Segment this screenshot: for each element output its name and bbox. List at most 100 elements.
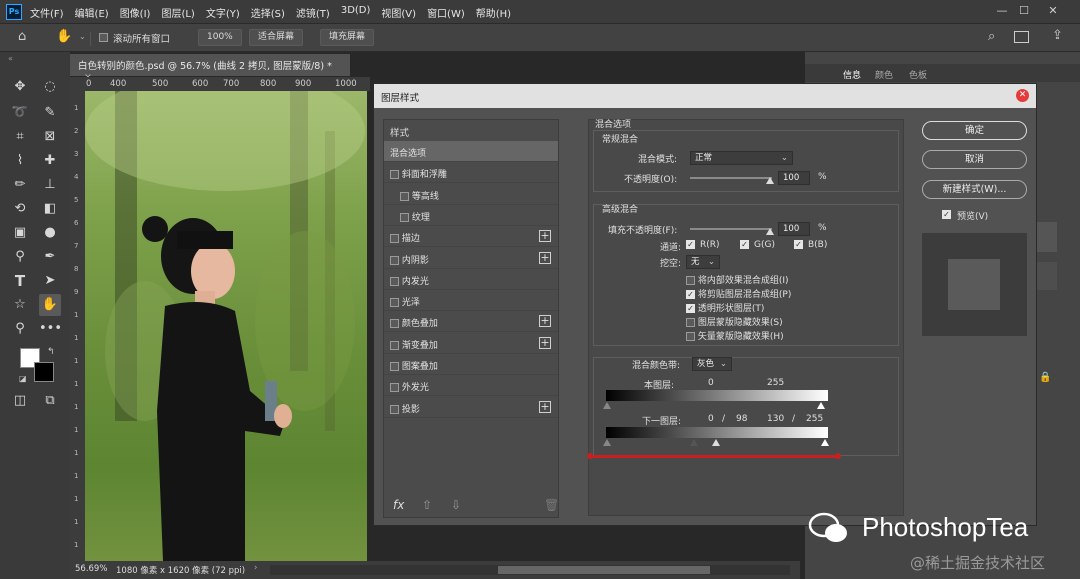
- knockout-select[interactable]: 无 ⌄: [686, 255, 720, 269]
- under-black-slider-left[interactable]: [603, 439, 611, 446]
- add-effect-icon[interactable]: +: [539, 251, 551, 264]
- share-icon[interactable]: ⇪: [1052, 28, 1063, 43]
- history-brush-icon[interactable]: ⟲: [9, 198, 31, 220]
- maximize-button[interactable]: ☐: [1017, 4, 1031, 18]
- search-icon[interactable]: ⌕: [988, 29, 995, 44]
- horizontal-scrollbar[interactable]: [270, 565, 790, 575]
- opacity-slider-thumb[interactable]: [766, 177, 774, 184]
- advanced-option[interactable]: 将内部效果混合成组(I): [686, 273, 789, 286]
- pen-tool-icon[interactable]: ✒: [39, 246, 61, 268]
- style-checkbox[interactable]: [400, 212, 409, 223]
- zoom-level[interactable]: 56.69%: [75, 564, 107, 574]
- add-effect-icon[interactable]: +: [539, 230, 551, 243]
- crop-tool-icon[interactable]: ⌗: [9, 126, 31, 148]
- shape-tool-icon[interactable]: ☆: [9, 294, 31, 316]
- advanced-option-checkbox[interactable]: ✓: [686, 290, 695, 300]
- style-item[interactable]: 内发光: [384, 269, 558, 290]
- fit-screen-button[interactable]: 适合屏幕: [249, 29, 304, 46]
- document-canvas[interactable]: [85, 91, 367, 561]
- chevron-down-icon[interactable]: ⌄: [79, 32, 86, 41]
- under-white-slider-right[interactable]: [821, 439, 829, 446]
- opacity-input[interactable]: 100: [778, 171, 810, 185]
- style-item[interactable]: 外发光: [384, 375, 558, 397]
- panel-collapse-icon[interactable]: «: [8, 54, 13, 63]
- style-item[interactable]: 内阴影 +: [384, 248, 558, 269]
- menu-select[interactable]: 选择(S): [251, 5, 285, 20]
- style-checkbox[interactable]: [390, 170, 399, 180]
- menu-file[interactable]: 文件(F): [30, 5, 64, 20]
- gradient-tool-icon[interactable]: ▣: [9, 222, 31, 244]
- advanced-option[interactable]: 图层蒙版隐藏效果(S): [686, 315, 783, 328]
- advanced-option[interactable]: ✓ 透明形状图层(T): [686, 301, 764, 314]
- swap-colors-icon[interactable]: ↰: [47, 347, 55, 357]
- fill-screen-button[interactable]: 填充屏幕: [320, 29, 375, 46]
- layer-thumb[interactable]: [1035, 222, 1057, 252]
- fill-opacity-input[interactable]: 100: [778, 222, 810, 236]
- menu-filter[interactable]: 滤镜(T): [296, 5, 330, 20]
- background-color-swatch[interactable]: [34, 362, 54, 382]
- lock-icon[interactable]: 🔒: [1039, 372, 1051, 383]
- brush-tool-icon[interactable]: ✏: [9, 174, 31, 196]
- close-window-button[interactable]: ✕: [1046, 4, 1060, 18]
- style-checkbox[interactable]: [390, 276, 399, 287]
- style-item[interactable]: 混合选项: [384, 141, 558, 162]
- close-icon[interactable]: ✕: [1016, 89, 1029, 102]
- arrow-down-icon[interactable]: ⇩: [451, 498, 461, 512]
- advanced-option-checkbox[interactable]: ✓: [686, 304, 695, 314]
- path-select-icon[interactable]: ➤: [39, 270, 61, 292]
- style-item[interactable]: 渐变叠加 +: [384, 333, 558, 354]
- style-item[interactable]: 等高线: [384, 184, 558, 205]
- marquee-tool-icon[interactable]: ◌: [39, 76, 61, 98]
- preview-checkbox[interactable]: ✓: [942, 210, 951, 220]
- style-checkbox[interactable]: [390, 340, 399, 351]
- underlying-layer-gradient[interactable]: [606, 427, 828, 438]
- under-black-slider-right[interactable]: [690, 439, 698, 446]
- advanced-option-checkbox[interactable]: [686, 318, 695, 328]
- menu-type[interactable]: 文字(Y): [206, 5, 240, 20]
- opacity-slider[interactable]: [690, 177, 772, 179]
- fill-opacity-slider[interactable]: [690, 228, 772, 230]
- hand-tool-icon[interactable]: ✋: [39, 294, 61, 316]
- tab-color[interactable]: 颜色: [875, 68, 893, 81]
- default-colors-icon[interactable]: ◪: [19, 374, 27, 383]
- style-item[interactable]: 纹理: [384, 205, 558, 226]
- style-item[interactable]: 图案叠加: [384, 354, 558, 375]
- document-tab[interactable]: 白色转别的颜色.psd @ 56.7% (曲线 2 拷贝, 图层蒙版/8) * …: [70, 54, 350, 83]
- style-checkbox[interactable]: [390, 383, 399, 393]
- blend-if-select[interactable]: 灰色 ⌄: [692, 357, 732, 371]
- styles-header[interactable]: 样式: [390, 125, 409, 139]
- eraser-tool-icon[interactable]: ◧: [39, 198, 61, 220]
- menu-edit[interactable]: 编辑(E): [75, 5, 109, 20]
- style-item[interactable]: 斜面和浮雕: [384, 162, 558, 184]
- channel-g-checkbox[interactable]: ✓: [740, 240, 749, 250]
- type-tool-icon[interactable]: T: [9, 270, 31, 292]
- fx-icon[interactable]: fx: [393, 498, 404, 512]
- eyedropper-tool-icon[interactable]: ⌇: [9, 150, 31, 172]
- advanced-option-checkbox[interactable]: [686, 332, 695, 342]
- style-checkbox[interactable]: [390, 298, 399, 308]
- cancel-button[interactable]: 取消: [922, 150, 1027, 169]
- add-effect-icon[interactable]: +: [539, 400, 551, 413]
- style-checkbox[interactable]: [400, 191, 409, 202]
- new-style-button[interactable]: 新建样式(W)...: [922, 180, 1027, 199]
- advanced-option[interactable]: ✓ 将剪贴图层混合成组(P): [686, 287, 791, 300]
- stamp-tool-icon[interactable]: ⊥: [39, 174, 61, 196]
- quick-select-tool-icon[interactable]: ✎: [39, 102, 61, 124]
- quick-mask-icon[interactable]: ◫: [9, 390, 31, 412]
- zoom-tool-icon[interactable]: ⚲: [9, 318, 31, 340]
- style-item[interactable]: 颜色叠加 +: [384, 311, 558, 333]
- style-checkbox[interactable]: [390, 234, 399, 244]
- scroll-all-checkbox[interactable]: [99, 33, 108, 43]
- style-item[interactable]: 描边 +: [384, 226, 558, 248]
- screen-mode-icon[interactable]: ⧉: [39, 390, 61, 412]
- frame-tool-icon[interactable]: ⊠: [39, 126, 61, 148]
- menu-window[interactable]: 窗口(W): [427, 5, 465, 20]
- more-tools-icon[interactable]: •••: [39, 318, 62, 340]
- menu-view[interactable]: 视图(V): [381, 5, 416, 20]
- workspace-icon[interactable]: [1014, 31, 1029, 43]
- arrow-up-icon[interactable]: ⇧: [422, 498, 432, 512]
- blend-mode-select[interactable]: 正常 ⌄: [690, 151, 793, 165]
- style-checkbox[interactable]: [390, 362, 399, 372]
- add-effect-icon[interactable]: +: [539, 336, 551, 349]
- this-layer-gradient[interactable]: [606, 390, 828, 401]
